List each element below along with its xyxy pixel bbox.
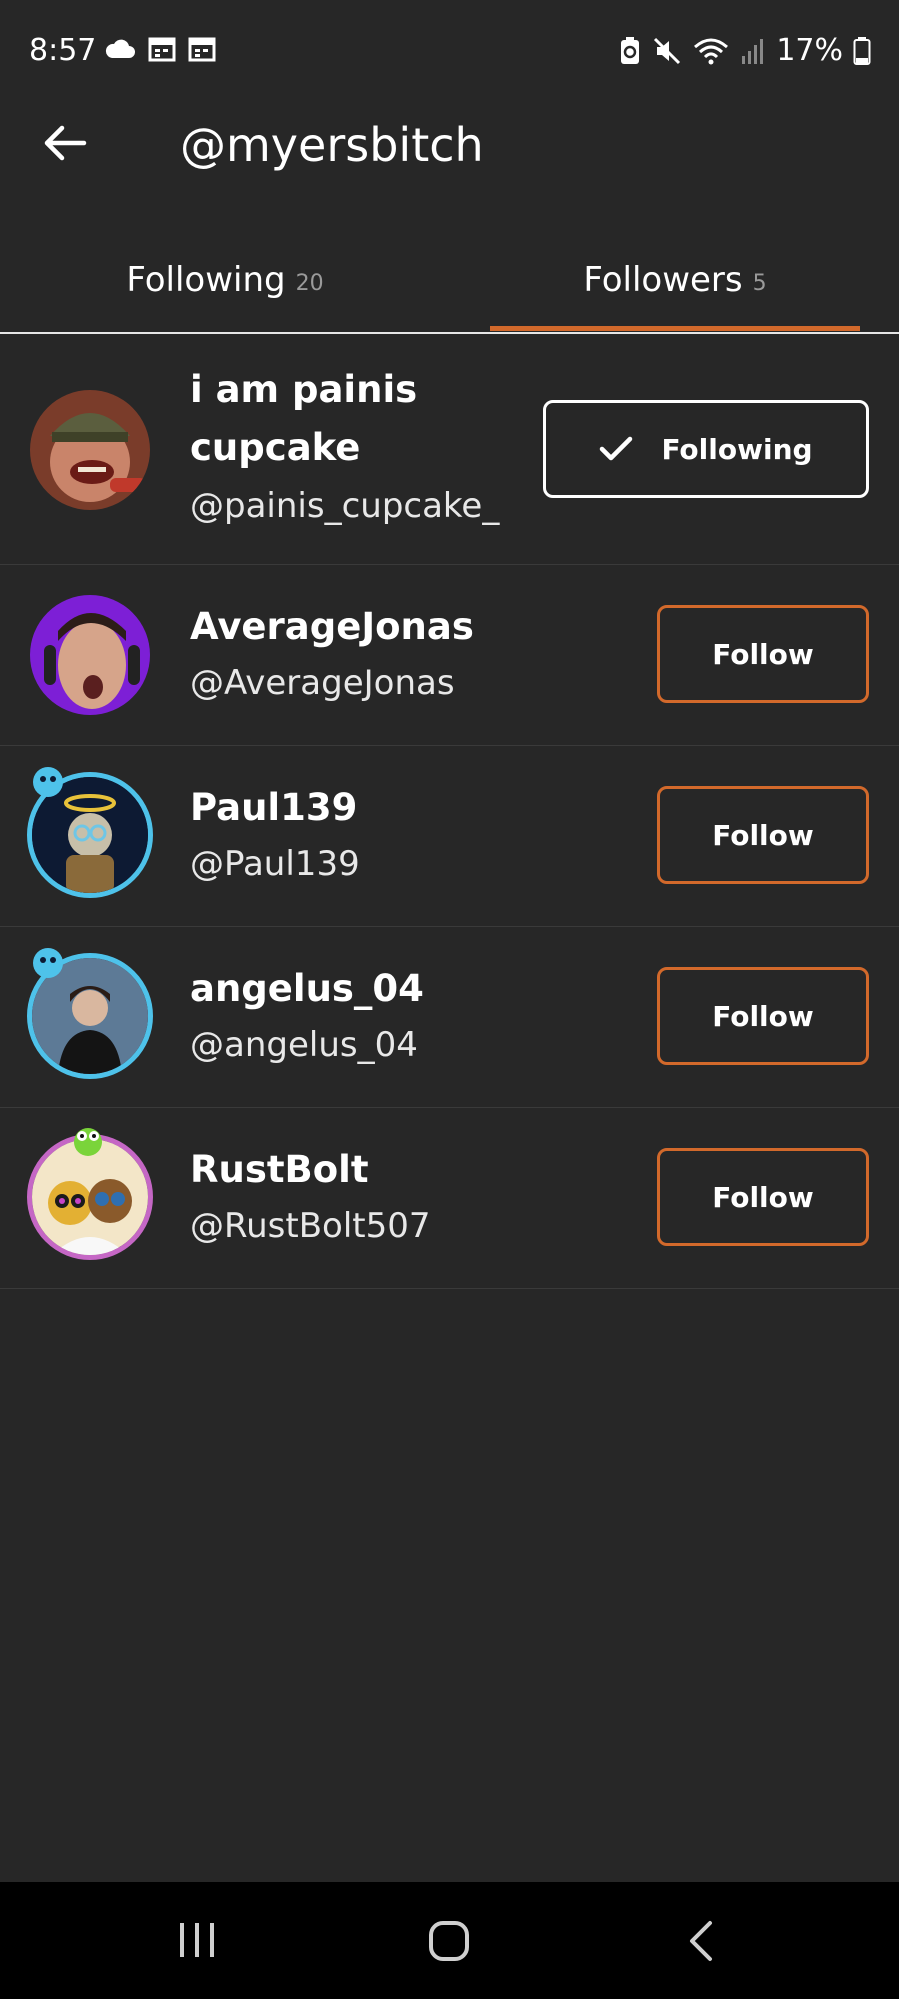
list-item[interactable]: Paul139 @Paul139 Follow [0,746,899,927]
list-item[interactable]: AverageJonas @AverageJonas Follow [0,565,899,746]
following-button-label: Following [661,432,813,466]
avatar[interactable] [30,595,150,715]
follower-handle: @AverageJonas [190,663,455,703]
follow-button[interactable]: Follow [657,967,869,1065]
page-title: @myersbitch [180,118,484,172]
system-nav-bar [0,1882,899,1999]
badge-icon [33,948,63,978]
arrow-left-icon [44,125,87,161]
battery-icon [853,36,871,65]
wifi-icon [694,38,729,64]
follow-button[interactable]: Follow [657,1148,869,1246]
tab-bar: Following 20 Followers 5 [0,230,899,334]
list-item[interactable]: angelus_04 @angelus_04 Follow [0,927,899,1108]
follower-handle: @Paul139 [190,844,360,884]
follow-button[interactable]: Follow [657,786,869,884]
tab-followers[interactable]: Followers 5 [490,230,860,330]
signal-icon [742,38,764,64]
follow-button-label: Follow [712,818,814,852]
app-bar: @myersbitch [0,100,899,190]
follower-name: i am painis [190,368,418,411]
list-item[interactable]: i am painis cupcake @painis_cupcake_ Fol… [0,334,899,565]
cloud-icon [105,39,135,58]
follow-button[interactable]: Follow [657,605,869,703]
follower-handle: @painis_cupcake_ [190,486,500,526]
status-right-icons: 17% [618,33,871,68]
follower-handle: @RustBolt507 [190,1206,431,1246]
badge-icon [74,1128,102,1156]
mute-icon [654,37,681,64]
recent-apps-icon [180,1923,214,1957]
recent-apps-button[interactable] [176,1920,218,1964]
nav-back-button[interactable] [686,1920,716,1966]
badge-icon [33,767,63,797]
home-icon [429,1921,469,1961]
check-icon [600,436,633,461]
status-time: 8:57 [29,33,97,68]
tab-count: 20 [295,270,324,296]
follow-button-label: Follow [712,637,814,671]
back-icon [690,1921,712,1961]
followers-list: i am painis cupcake @painis_cupcake_ Fol… [0,334,899,1289]
back-button[interactable] [40,118,100,168]
tab-label: Followers [583,260,743,300]
battery-percent: 17% [776,33,843,68]
tab-count: 5 [752,270,767,296]
follower-name: angelus_04 [190,967,424,1010]
list-item[interactable]: RustBolt @RustBolt507 Follow [0,1108,899,1289]
follower-name: AverageJonas [190,605,474,648]
avatar-image [30,595,150,715]
tab-following[interactable]: Following 20 [0,230,450,330]
follower-name: RustBolt [190,1148,369,1191]
follower-name-line2: cupcake [190,426,361,469]
battery-saver-icon [621,36,640,64]
follower-handle: @angelus_04 [190,1025,418,1065]
status-left-icons [104,36,216,62]
avatar[interactable] [30,390,150,510]
calendar-icon [188,37,216,62]
status-bar: 8:57 17% [0,0,899,100]
calendar-icon [148,37,176,62]
active-tab-indicator [490,326,860,331]
follow-button-label: Follow [712,999,814,1033]
home-button[interactable] [428,1920,470,1966]
following-button[interactable]: Following [543,400,869,498]
tab-label: Following [126,260,286,300]
follower-name: Paul139 [190,786,358,829]
avatar-image [30,390,150,510]
follow-button-label: Follow [712,1180,814,1214]
